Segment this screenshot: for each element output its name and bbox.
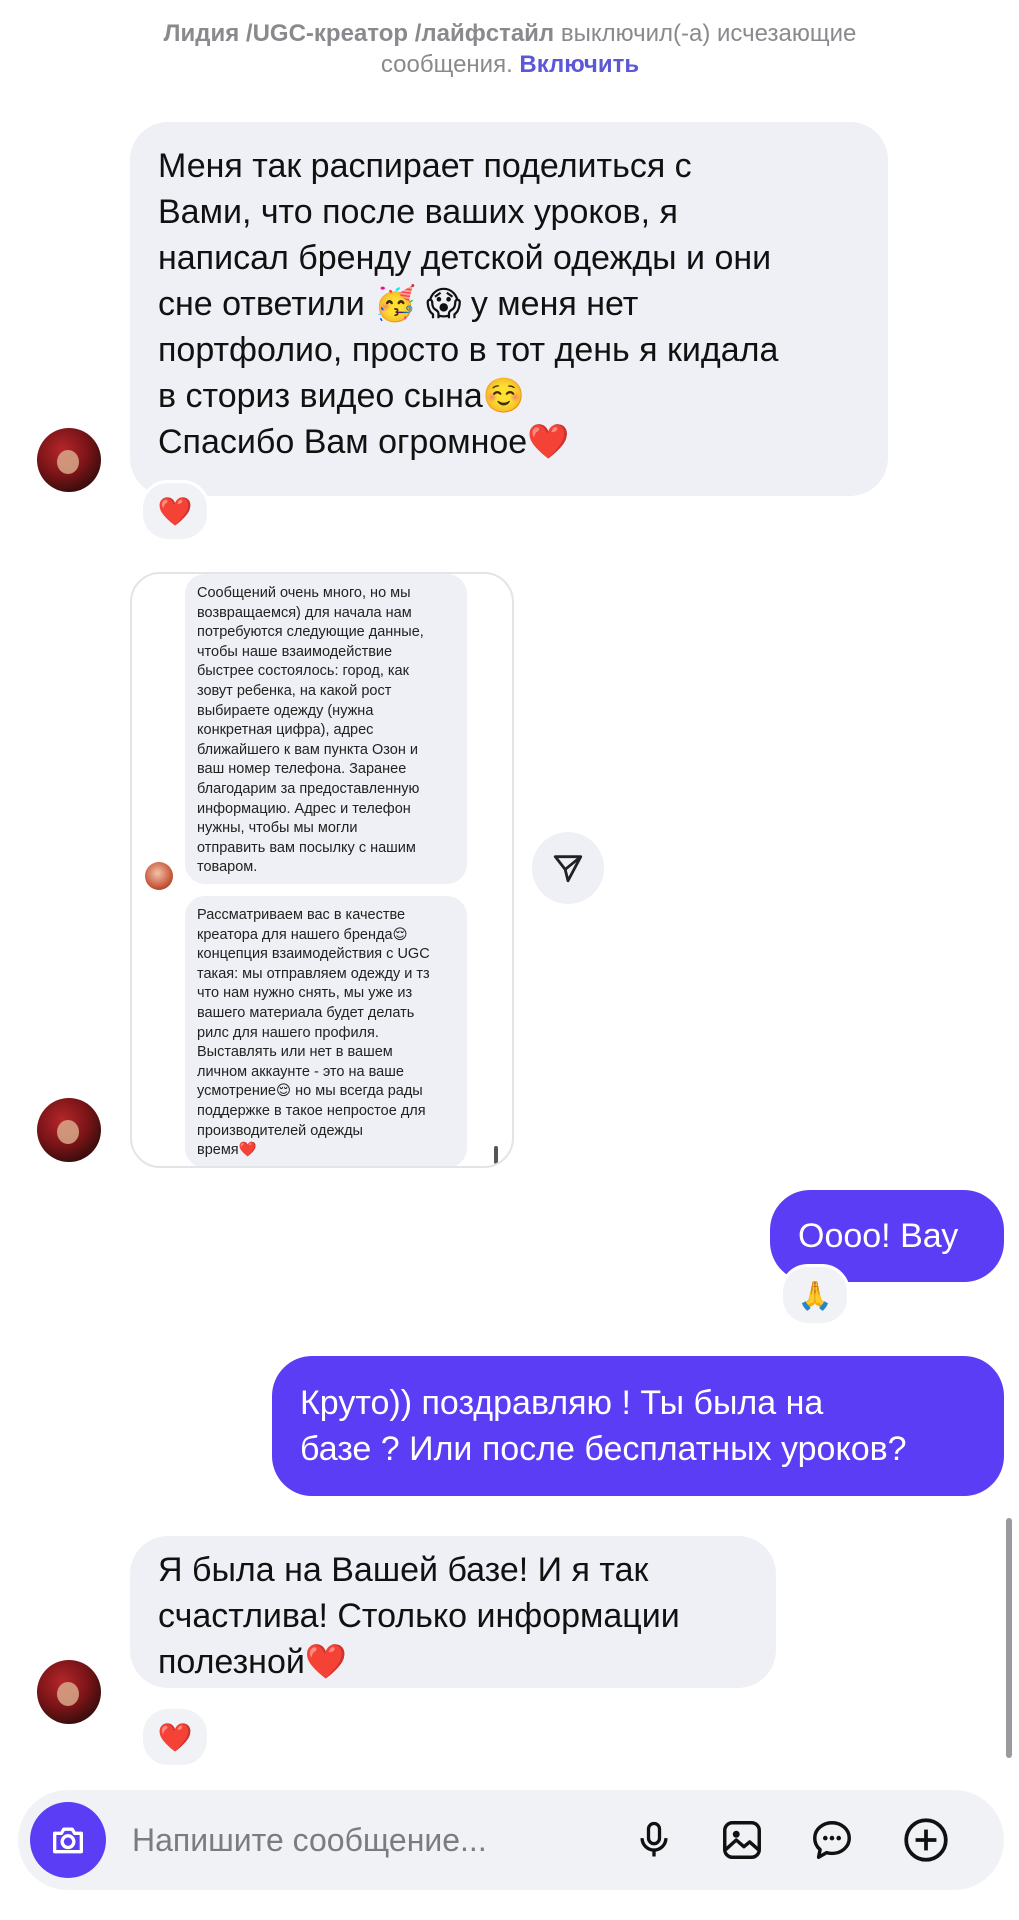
contact-avatar[interactable]	[37, 1660, 101, 1724]
shared-text-line: поддержке в такое непростое для	[197, 1102, 426, 1119]
shared-text-line: возвращаемся) для начала нам	[197, 604, 412, 621]
forward-button[interactable]	[532, 832, 604, 904]
shared-text-line: выбираете одежду (нужна	[197, 702, 374, 719]
notice-text: выключил(-а) исчезающие	[554, 20, 857, 47]
shared-text-line: личном аккаунте - это на ваше	[197, 1063, 404, 1080]
message-line: полезной❤️	[158, 1643, 348, 1681]
incoming-message-bubble[interactable]: Меня так распирает поделиться с Вами, чт…	[130, 122, 888, 496]
message-line: базе ? Или после бесплатных уроков?	[300, 1430, 907, 1468]
shared-text-line: Рассматриваем вас в качестве	[197, 907, 406, 923]
heart-reaction[interactable]: ❤️	[140, 480, 210, 542]
shared-text-line: благодарим за предоставленную	[197, 780, 420, 797]
message-line: портфолио, просто в тот день я кидала	[158, 331, 779, 369]
contact-avatar[interactable]	[37, 428, 101, 492]
disappearing-messages-notice: Лидия /UGC-креатор /лайфстайл выключил(-…	[40, 18, 980, 80]
notice-username: Лидия /UGC-креатор /лайфстайл	[163, 20, 555, 47]
enable-link[interactable]: Включить	[519, 51, 639, 78]
outgoing-message-bubble[interactable]: Круто)) поздравляю ! Ты была на базе ? И…	[272, 1356, 1004, 1496]
shared-text-line: время❤️	[197, 1142, 257, 1159]
shared-text-line: что нам нужно снять, мы уже из	[197, 985, 413, 1002]
shared-text-line: ваш номер телефона. Заранее	[197, 761, 407, 778]
shared-text-line: усмотрение😌 но мы всегда рады	[197, 1083, 423, 1100]
shared-text-line: потребуются следующие данные,	[197, 624, 424, 641]
shared-scroll-indicator	[494, 1146, 498, 1164]
contact-avatar[interactable]	[37, 1098, 101, 1162]
shared-text-line: ближайшего к вам пункта Озон и	[197, 741, 418, 758]
message-line: Оооо! Вау	[798, 1217, 959, 1255]
microphone-icon	[640, 1821, 668, 1857]
shared-text-line: Сообщений очень много, но мы	[197, 585, 411, 601]
shared-text-line: концепция взаимодействия с UGC	[197, 946, 430, 963]
camera-button[interactable]	[30, 1802, 106, 1878]
shared-text-line: креатора для нашего бренда😌	[197, 926, 408, 943]
incoming-message-bubble[interactable]: Я была на Вашей базе! И я так счастлива!…	[130, 1536, 776, 1688]
shared-text-line: информацию. Адрес и телефон	[197, 800, 411, 817]
sticker-button[interactable]	[804, 1812, 860, 1868]
microphone-button[interactable]	[626, 1812, 682, 1868]
shared-text-line: Выставлять или нет в вашем	[197, 1044, 393, 1061]
shared-text-line: товаром.	[197, 859, 258, 876]
send-icon	[553, 855, 583, 883]
sticker-icon	[813, 1821, 851, 1859]
message-line: Меня так распирает поделиться с	[158, 147, 692, 185]
message-input[interactable]	[130, 1814, 564, 1866]
message-line: в сториз видео сына☺️	[158, 377, 526, 415]
shared-message-block: Сообщений очень много, но мы возвращаемс…	[185, 574, 467, 884]
shared-text-line: отправить вам посылку с нашим	[197, 839, 416, 856]
camera-icon	[53, 1827, 84, 1854]
message-composer	[18, 1790, 1004, 1890]
notice-text-line2: сообщения.	[380, 51, 520, 78]
message-line: Я была на Вашей базе! И я так	[158, 1551, 649, 1589]
gallery-icon	[723, 1821, 761, 1859]
shared-screenshot-card[interactable]: Сообщений очень много, но мы возвращаемс…	[130, 572, 514, 1168]
shared-text-line: чтобы наше взаимодействие	[197, 643, 393, 660]
message-line: написал бренду детской одежды и они	[158, 239, 772, 277]
shared-text-line: вашего материала будет делать	[197, 1004, 415, 1021]
shared-text-line: такая: мы отправляем одежду и тз	[197, 965, 430, 982]
plus-icon	[904, 1818, 948, 1862]
message-line: Вами, что после ваших уроков, я	[158, 193, 678, 231]
pray-reaction[interactable]: 🙏	[780, 1264, 850, 1326]
shared-text-line: рилс для нашего профиля.	[197, 1024, 379, 1041]
shared-sender-avatar	[145, 862, 173, 890]
shared-text-line: зовут ребенка, на какой рост	[197, 682, 392, 699]
chat-scrollbar[interactable]	[1006, 1518, 1012, 1758]
shared-text-line: производителей одежды	[197, 1122, 363, 1139]
message-line: Спасибо Вам огромное❤️	[158, 423, 570, 461]
shared-text-line: нужны, чтобы мы могли	[197, 820, 358, 837]
shared-text-line: быстрее состоялось: город, как	[197, 663, 409, 680]
message-line: счастлива! Столько информации	[158, 1597, 680, 1635]
message-line: сне ответили 🥳 😱 у меня нет	[158, 285, 639, 323]
message-line: Круто)) поздравляю ! Ты была на	[300, 1384, 824, 1422]
add-button[interactable]	[898, 1812, 954, 1868]
shared-message-block: Рассматриваем вас в качестве креатора дл…	[185, 896, 467, 1166]
shared-text-line: конкретная цифра), адрес	[197, 722, 374, 739]
heart-reaction[interactable]: ❤️	[140, 1706, 210, 1768]
gallery-button[interactable]	[714, 1812, 770, 1868]
